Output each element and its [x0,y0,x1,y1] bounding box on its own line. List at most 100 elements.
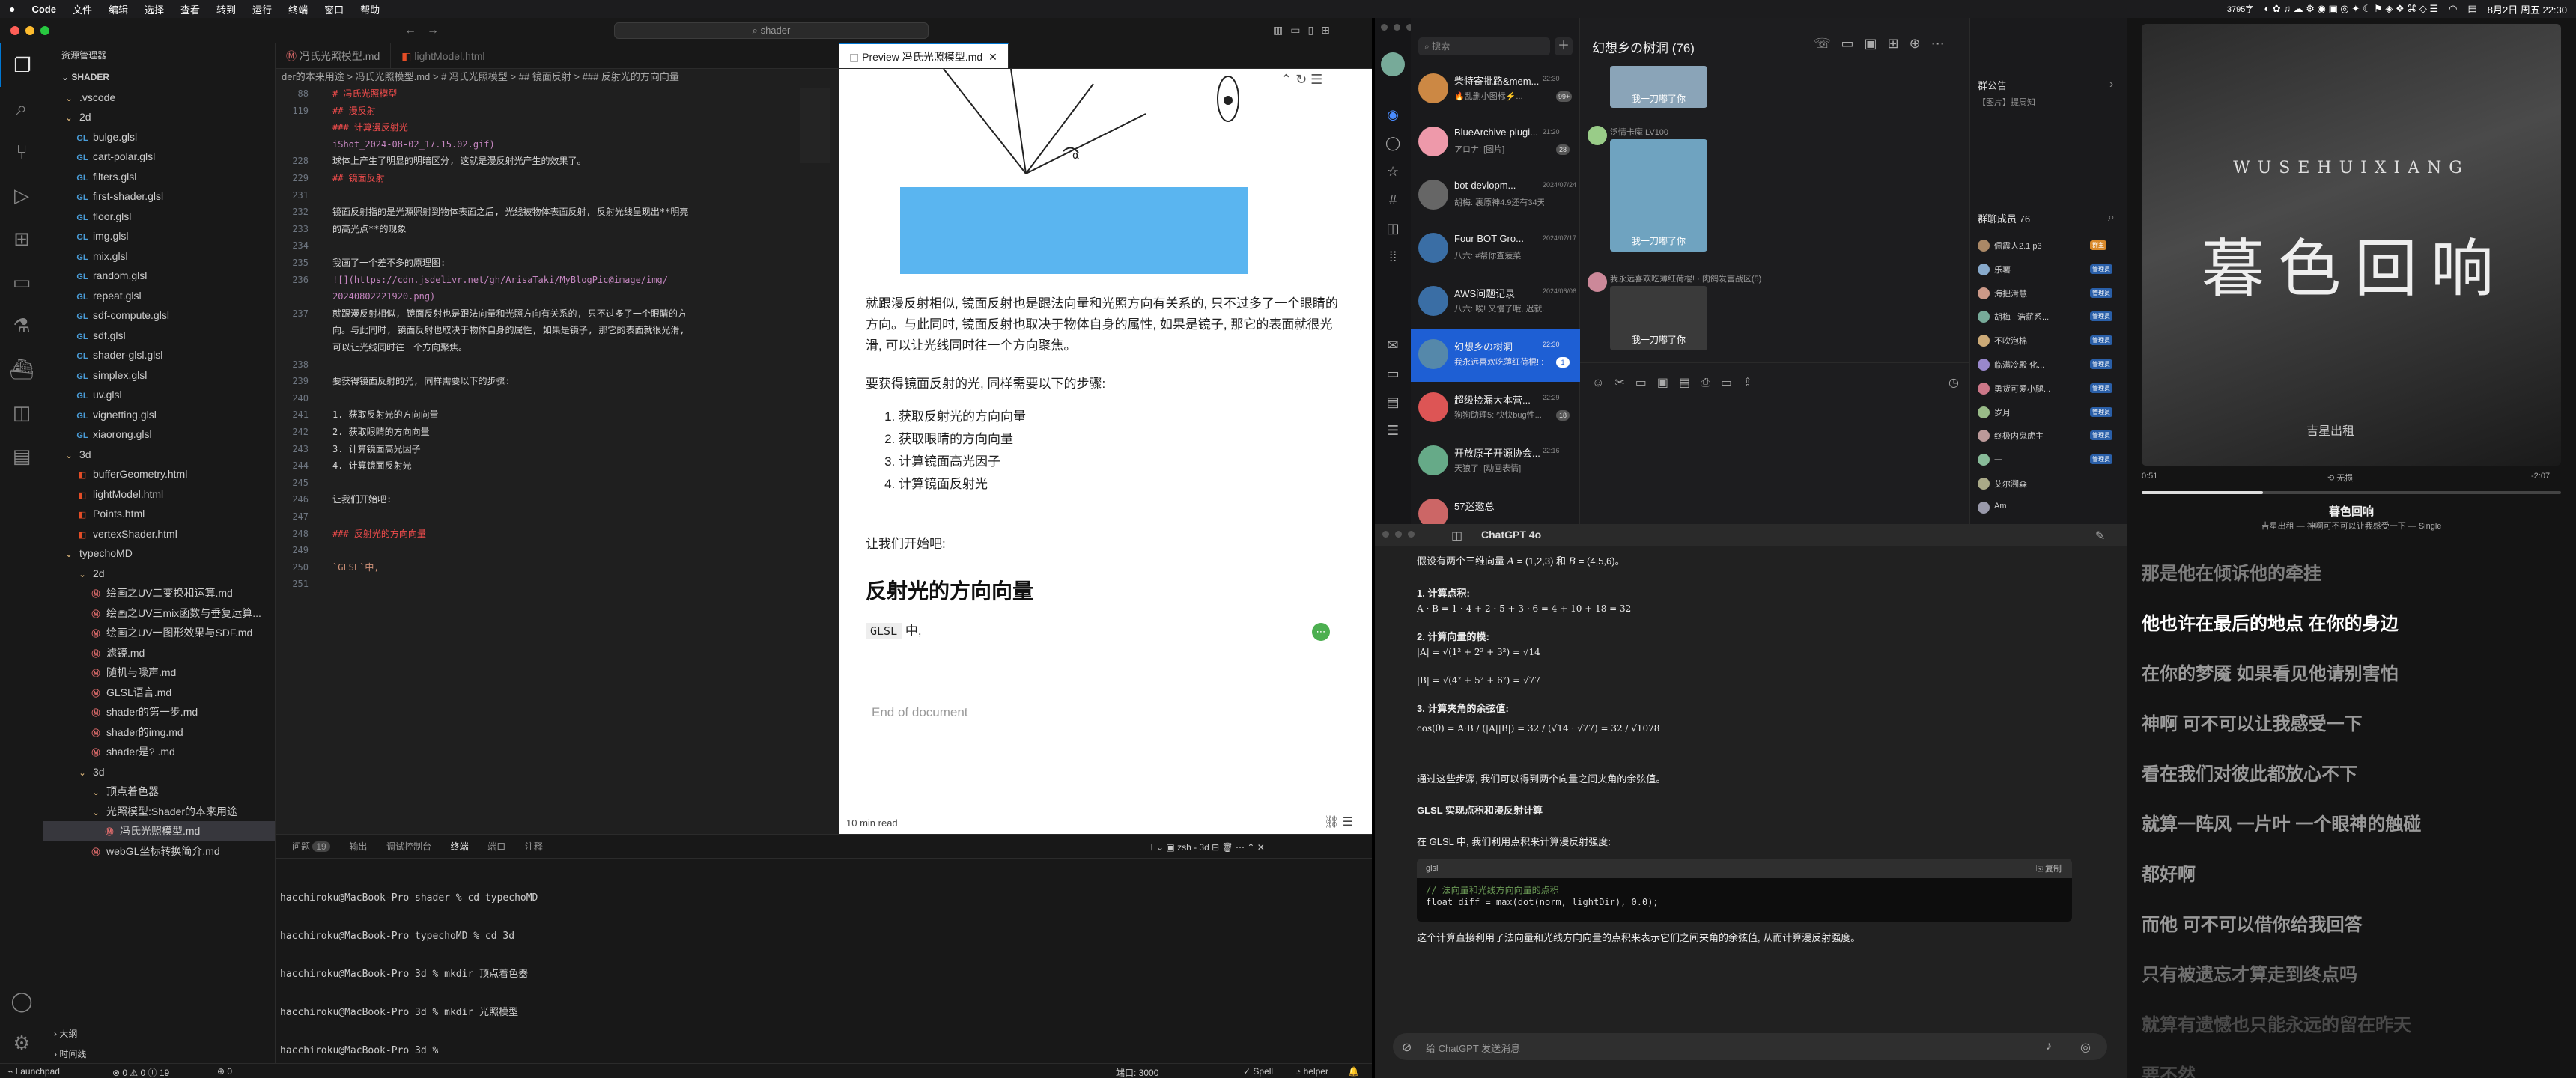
tree-file[interactable]: GL first-shader.glsl [43,186,275,207]
member-row[interactable]: 临满冷殿 化... 管理员 [1970,354,2127,377]
port-status[interactable]: 端口: 3000 [1116,1066,1158,1078]
notification-bell-icon[interactable]: 🔔 [1348,1066,1359,1077]
tree-folder[interactable]: ⌄ 2d [43,564,275,584]
breadcrumb[interactable]: der的本来用途 > 冯氏光照模型.md > # 冯氏光照模型 > ## 镜面反… [276,69,839,85]
code-area[interactable]: 88 # 冯氏光照模型 119 ## 漫反射 ### 计算漫反射光 iShot_2024-… [276,85,839,609]
minimize-window-button[interactable] [25,26,34,35]
tab-preview[interactable]: ◫ Preview 冯氏光照模型.md ✕ [839,43,1009,68]
progress-bar[interactable] [2142,491,2561,494]
tree-file[interactable]: GL xiaorong.glsl [43,424,275,445]
spell-status[interactable]: ✓ Spell [1243,1066,1273,1077]
zoom-window-button[interactable] [40,26,49,35]
folder-icon[interactable]: ▭ [1385,359,1400,388]
outline-section[interactable]: › 大纲 › 时间线 [43,1024,276,1064]
tree-file[interactable]: GL random.glsl [43,266,275,286]
copy-code-button[interactable]: ⎘ 复制 [2036,862,2062,877]
tree-file[interactable]: GL repeat.glsl [43,286,275,306]
member-row[interactable]: 胡梅 | 浩薪系... 管理员 [1970,306,2127,329]
conversation-item[interactable]: Four BOT Gro... 2024/07/17 八六: #帮你查菠菜 [1411,222,1580,275]
conversation-item[interactable]: AWS问题记录 2024/06/06 八六: 唉! 又慢了哦, 迟就... [1411,275,1580,329]
my-avatar[interactable] [1381,52,1405,76]
apple-icon[interactable]: ● [9,3,15,15]
conversation-item[interactable]: 柴特寄批路&mem... 22:30 🔥乱删小图标⚡️... 99+ [1411,63,1580,116]
tab-comments[interactable]: 注释 [525,835,543,859]
tree-file[interactable]: GL sdf.glsl [43,326,275,346]
member-row[interactable]: Am [1970,497,2127,520]
lyric-line[interactable]: 那是他在倾诉他的牵挂 [2142,558,2321,585]
sidebar-toggle-icon[interactable]: ◫ [1451,529,1462,543]
terminal-controls[interactable]: ＋⌄ ▣ zsh - 3d ⊟ 🗑 ⋯ ⌃ ✕ [1147,841,1265,853]
lyric-line[interactable]: 要不然 [2142,1060,2196,1078]
layout-toggle-icons[interactable]: ▥▭▯⊞ [1273,24,1337,37]
tree-file[interactable]: GL bulge.glsl [43,127,275,147]
tree-file[interactable]: Ⓜ 随机与噪声.md [43,663,275,683]
menu-select[interactable]: 选择 [145,2,164,16]
tree-file[interactable]: Ⓜ 绘画之UV二变换和运算.md [43,583,275,603]
member-row[interactable]: 佩霞人2.1 p3 群主 [1970,235,2127,258]
sticker-image[interactable]: 我一刀嘟了你 [1610,66,1707,108]
member-row[interactable]: 海把滑慧 管理员 [1970,283,2127,305]
tree-folder[interactable]: ⌄ typechoMD [43,543,275,564]
games-icon[interactable]: ◫ [1385,214,1400,243]
tab-output[interactable]: 输出 [349,835,367,859]
timeline-section[interactable]: › 时间线 [43,1044,276,1065]
close-icon[interactable]: ✕ [988,51,997,63]
menu-view[interactable]: 查看 [180,2,200,16]
microphone-icon[interactable]: ♪ [2046,1040,2052,1053]
explorer-icon[interactable]: ❐ [0,43,43,87]
tree-folder[interactable]: ⌄ 3d [43,762,275,782]
menu-window[interactable]: 窗口 [324,2,344,16]
member-row[interactable]: 岁月 管理员 [1970,402,2127,424]
channels-icon[interactable]: # [1385,186,1400,214]
wifi-icon[interactable]: ◠ [2449,3,2457,15]
close-window-button[interactable] [1382,531,1389,538]
conversation-item[interactable]: 超级捡漏大本营... 22:29 狗狗助理5: 快快bug性... 18 [1411,382,1580,435]
minimize-window-button[interactable] [1395,531,1402,538]
tab-terminal[interactable]: 终端 [450,835,469,859]
lyric-line[interactable]: 在你的梦魇 如果看见他请别害怕 [2142,659,2399,685]
tree-file[interactable]: GL uv.glsl [43,385,275,405]
minimap[interactable] [800,88,830,163]
tree-file[interactable]: Ⓜ 冯氏光照模型.md [43,821,275,841]
lyric-line[interactable]: 就算有遗憾也只能永远的留在昨天 [2142,1010,2411,1036]
tree-folder[interactable]: ⌄ 2d [43,107,275,127]
history-icon[interactable]: ◷ [1948,375,1959,390]
tree-file[interactable]: Ⓜshader的img.md [43,722,275,743]
tree-file[interactable]: ⓂwebGL坐标转换简介.md [43,841,275,862]
tab-problems[interactable]: 问题 19 [292,835,330,859]
lyric-line-current[interactable]: 他也许在最后的地点 在你的身边 [2142,609,2399,635]
tree-file[interactable]: GL mix.glsl [43,246,275,267]
tree-file[interactable]: Ⓜ 绘画之UV一图形效果与SDF.md [43,623,275,643]
tab-ports[interactable]: 端口 [487,835,505,859]
conversation-item[interactable]: BlueArchive-plugi... 21:20 アロナ: [图片] 28 [1411,116,1580,169]
status-icons[interactable]: ◐ ✿ ♫ ☁ ⚙ ◉ ▣ ◎ ✦ ☾ ⚑ ◈ ❖ ⌘ ◇ ☰ [2264,3,2438,15]
tree-file[interactable]: ◧ bufferGeometry.html [43,464,275,484]
search-icon[interactable]: ⌕ [2108,211,2115,225]
comments-icon[interactable]: ▤ [0,434,43,478]
helper-status[interactable]: ◔ helper [1295,1066,1328,1077]
attach-icon[interactable]: ⊘ [1402,1040,1412,1055]
tree-folder[interactable]: ⌄ 3d [43,445,275,465]
problems-indicator[interactable]: ⊗ 0 ⚠ 0 ⓘ 19 [112,1066,169,1078]
close-window-button[interactable] [10,26,19,35]
member-row[interactable]: 勇货可爱小腿... 管理员 [1970,378,2127,401]
account-icon[interactable]: ◯ [0,979,43,1023]
lyric-line[interactable]: 只有被遗忘才算走到终点吗 [2142,960,2357,986]
tree-file[interactable]: GL vignetting.glsl [43,405,275,425]
qq-nav-icons[interactable]: ◉ ◯ ☆ # ◫ ⁞⁞ ✉ ▭ ▤ ☰ [1385,100,1400,445]
tree-file[interactable]: GL floor.glsl [43,207,275,227]
workspace-root[interactable]: ⌄ SHADER [43,67,275,88]
tree-file[interactable]: GL shader-glsl.glsl [43,345,275,365]
tree-file[interactable]: ◧ vertexShader.html [43,524,275,544]
contacts-icon[interactable]: ◯ [1385,129,1400,157]
minimize-window-button[interactable] [1394,24,1400,31]
ports-indicator[interactable]: ⊕ 0 [217,1066,232,1077]
conversation-item[interactable]: 幻想乡の树洞 22:30 我永远喜欢吃薄红荷棍! : ... 1 [1411,329,1580,382]
terminal-output[interactable]: hacchiroku@MacBook-Pro shader % cd typec… [280,866,538,1078]
member-row[interactable]: 不吹泡棉 管理员 [1970,330,2127,353]
chat-input-box[interactable]: ⊘ 给 ChatGPT 发送消息 ♪ ◎ [1393,1033,2107,1060]
lyric-line[interactable]: 都好啊 [2142,859,2196,886]
apps-icon[interactable]: ⁞⁞ [1385,243,1400,271]
tab-debug-console[interactable]: 调试控制台 [386,835,431,859]
new-chat-icon[interactable]: ✎ [2095,529,2105,543]
